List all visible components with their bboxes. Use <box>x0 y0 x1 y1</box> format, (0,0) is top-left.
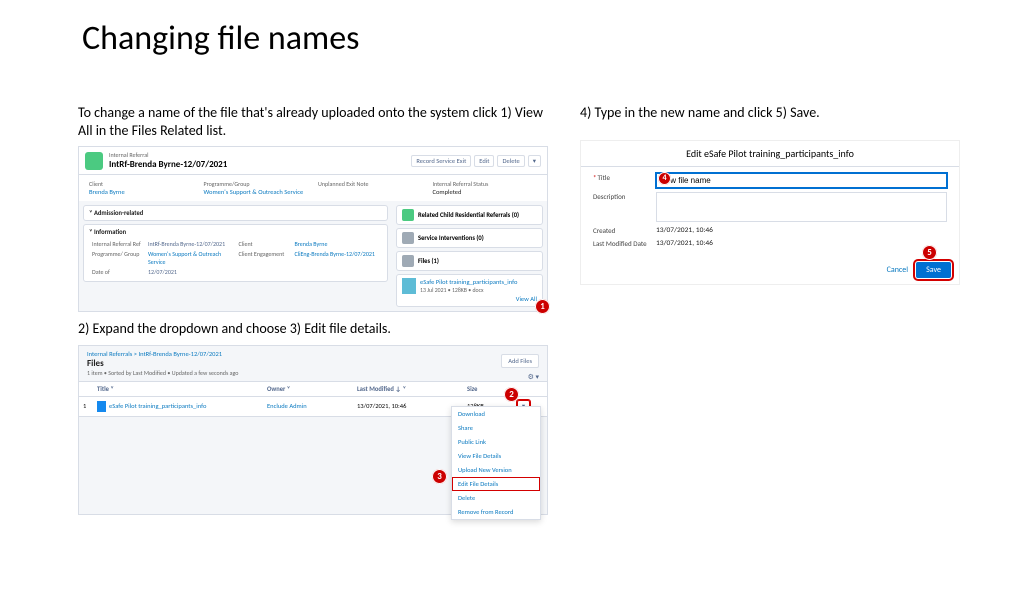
related-interventions[interactable]: Service Interventions (0) <box>396 228 543 248</box>
record-type-icon <box>85 152 103 170</box>
modified-value: 13/07/2021, 10:46 <box>656 239 947 248</box>
field-value-link[interactable]: Women's Support & Outreach Service <box>148 250 233 266</box>
screenshot-files-list: Internal Referrals > IntRf-Brenda Byrne-… <box>78 345 548 515</box>
field-label: Date of <box>92 268 142 276</box>
screenshot-edit-modal: Edit eSafe Pilot training_participants_i… <box>580 140 960 285</box>
sort-icon[interactable]: ˅ <box>287 385 291 393</box>
field-label: Internal Referral Ref <box>92 240 142 248</box>
add-files-button[interactable]: Add Files <box>501 354 539 368</box>
menu-public-link[interactable]: Public Link <box>452 435 540 449</box>
intro-step-2: 2) Expand the dropdown and choose 3) Edi… <box>78 320 548 338</box>
row-actions-menu: Download Share Public Link View File Det… <box>451 406 541 520</box>
field-value-link[interactable]: CliEng-Brenda Byrne-12/07/2021 <box>295 250 380 266</box>
files-list-subtitle: 1 item • Sorted by Last Modified • Updat… <box>87 369 539 377</box>
files-list-title: Files <box>87 358 539 369</box>
menu-remove[interactable]: Remove from Record <box>452 505 540 519</box>
files-header[interactable]: Files (1) <box>396 251 543 271</box>
row-number: 1 <box>79 399 93 413</box>
file-title-link[interactable]: eSafe Pilot training_participants_info <box>109 402 206 410</box>
field-label: Client <box>89 180 194 188</box>
list-icon <box>402 209 414 221</box>
section-admission[interactable]: ˅ Admission-related <box>83 205 388 221</box>
field-value: IntRf-Brenda Byrne-12/07/2021 <box>148 240 233 248</box>
related-child-referrals[interactable]: Related Child Residential Referrals (0) <box>396 205 543 225</box>
callout-2: 2 <box>504 387 519 402</box>
owner-link[interactable]: Enclude Admin <box>263 399 353 413</box>
description-input[interactable] <box>656 192 947 222</box>
sort-icon[interactable]: ˅ <box>110 385 114 393</box>
record-title: IntRf-Brenda Byrne-12/07/2021 <box>109 159 405 170</box>
field-label: Programme/Group <box>204 180 309 188</box>
intro-step-4: 4) Type in the new name and click 5) Sav… <box>580 104 960 122</box>
screenshot-record: Internal Referral IntRf-Brenda Byrne-12/… <box>78 146 548 312</box>
created-value: 13/07/2021, 10:46 <box>656 226 947 235</box>
table-header: Title ˅ Owner ˅ Last Modified ↓ ˅ Size <box>79 382 547 397</box>
list-icon <box>402 232 414 244</box>
view-all-link[interactable]: View All <box>402 295 537 303</box>
intro-step-1: To change a name of the file that's alre… <box>78 104 548 140</box>
field-label: Client Engagement <box>239 250 289 266</box>
record-exit-button[interactable]: Record Service Exit <box>411 155 471 167</box>
save-button[interactable]: Save <box>916 262 951 278</box>
field-label: Programme/ Group <box>92 250 142 266</box>
field-label: Client <box>239 240 289 248</box>
field-label: Internal Referral Status <box>433 180 538 188</box>
sort-icon[interactable]: ˅ <box>403 385 407 393</box>
menu-share[interactable]: Share <box>452 421 540 435</box>
menu-edit-details[interactable]: Edit File Details <box>452 477 540 491</box>
page-title: Changing file names <box>82 18 1024 59</box>
edit-button[interactable]: Edit <box>474 155 494 167</box>
created-label: Created <box>593 226 648 235</box>
menu-upload-version[interactable]: Upload New Version <box>452 463 540 477</box>
record-kicker: Internal Referral <box>109 151 405 159</box>
field-value-link[interactable]: Women's Support & Outreach Service <box>204 188 309 196</box>
modified-label: Last Modified Date <box>593 239 648 248</box>
field-value: 12/07/2021 <box>148 268 233 276</box>
menu-view-details[interactable]: View File Details <box>452 449 540 463</box>
modal-title: Edit eSafe Pilot training_participants_i… <box>581 141 959 167</box>
section-information[interactable]: ˅ Information <box>89 228 382 236</box>
callout-5: 5 <box>922 245 937 260</box>
menu-download[interactable]: Download <box>452 407 540 421</box>
list-settings-icon[interactable]: ⚙ ▾ <box>528 372 539 381</box>
callout-3: 3 <box>432 469 447 484</box>
field-value-link[interactable]: Brenda Byrne <box>295 240 380 248</box>
cancel-button[interactable]: Cancel <box>883 262 913 278</box>
title-label: Title <box>593 173 648 182</box>
file-header-icon <box>402 255 414 267</box>
menu-delete[interactable]: Delete <box>452 491 540 505</box>
breadcrumb[interactable]: Internal Referrals > IntRf-Brenda Byrne-… <box>87 350 539 358</box>
more-button[interactable]: ▾ <box>528 155 541 167</box>
callout-1: 1 <box>535 299 550 314</box>
field-value: Completed <box>433 188 538 196</box>
file-meta: 13 Jul 2021 • 128KB • docx <box>420 286 517 294</box>
file-icon <box>97 401 106 412</box>
title-input[interactable] <box>656 173 947 188</box>
file-link[interactable]: eSafe Pilot training_participants_info <box>420 278 517 286</box>
field-value-link[interactable]: Brenda Byrne <box>89 188 194 196</box>
description-label: Description <box>593 192 648 201</box>
files-panel: eSafe Pilot training_participants_info 1… <box>396 274 543 307</box>
field-label: Unplanned Exit Note <box>318 180 423 188</box>
modified-cell: 13/07/2021, 10:46 <box>353 399 463 413</box>
delete-button[interactable]: Delete <box>497 155 524 167</box>
file-icon <box>402 278 416 294</box>
